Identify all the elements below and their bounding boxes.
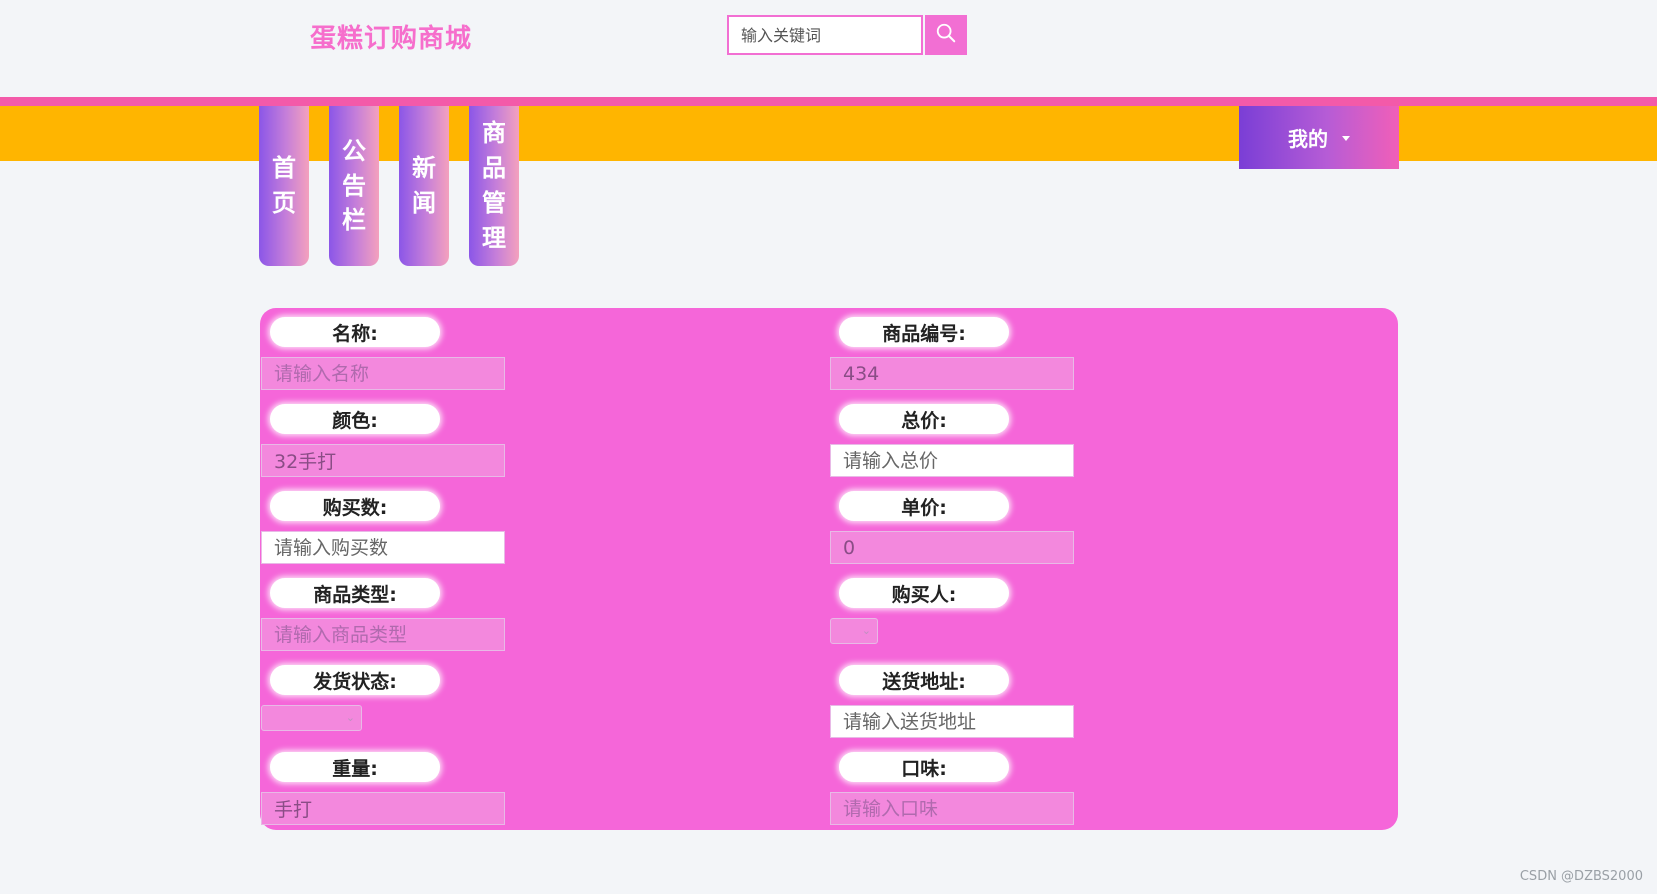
name-input[interactable]: [261, 357, 505, 390]
search-button[interactable]: [925, 15, 967, 55]
unit-price-input[interactable]: [830, 531, 1074, 564]
my-menu-label: 我的: [1288, 127, 1328, 151]
search-input[interactable]: [727, 15, 923, 55]
ship-status-select[interactable]: ⌄: [261, 705, 362, 731]
my-account-menu[interactable]: 我的: [1239, 106, 1399, 169]
product-type-input[interactable]: [261, 618, 505, 651]
quantity-input[interactable]: [261, 531, 505, 564]
nav-bar: [0, 106, 1657, 161]
nav-item-news[interactable]: 新闻: [399, 106, 449, 266]
product-form: 名称: 商品编号: 颜色: 总价: 购买数: 单价: 商品类型: 购买人: ⌄ …: [260, 308, 1398, 830]
address-input[interactable]: [830, 705, 1074, 738]
chevron-down-icon: ⌄: [861, 624, 871, 637]
site-logo[interactable]: 蛋糕订购商城: [310, 18, 472, 55]
field-label: 商品编号:: [839, 317, 1009, 347]
field-label: 颜色:: [270, 404, 440, 434]
field-label: 名称:: [270, 317, 440, 347]
field-label: 发货状态:: [270, 665, 440, 695]
field-label: 商品类型:: [270, 578, 440, 608]
field-label: 重量:: [270, 752, 440, 782]
total-price-input[interactable]: [830, 444, 1074, 477]
flavor-input[interactable]: [830, 792, 1074, 825]
weight-input[interactable]: [261, 792, 505, 825]
nav-item-product-management[interactable]: 商品管理: [469, 106, 519, 266]
caret-down-icon: [1342, 136, 1350, 141]
search-bar: [727, 15, 967, 55]
nav-item-label: 首页: [272, 154, 296, 217]
color-input[interactable]: [261, 444, 505, 477]
field-label: 单价:: [839, 491, 1009, 521]
nav-item-label: 公告栏: [342, 136, 366, 235]
search-icon: [935, 22, 957, 48]
chevron-down-icon: ⌄: [345, 711, 355, 724]
nav-item-announcements[interactable]: 公告栏: [329, 106, 379, 266]
nav-item-label: 商品管理: [482, 119, 506, 252]
field-label: 购买人:: [839, 578, 1009, 608]
buyer-select[interactable]: ⌄: [830, 618, 878, 644]
product-no-input[interactable]: [830, 357, 1074, 390]
field-label: 送货地址:: [839, 665, 1009, 695]
nav-item-label: 新闻: [412, 154, 436, 217]
header-accent-line: [0, 97, 1657, 106]
field-label: 口味:: [839, 752, 1009, 782]
field-label: 总价:: [839, 404, 1009, 434]
field-label: 购买数:: [270, 491, 440, 521]
nav-item-home[interactable]: 首页: [259, 106, 309, 266]
watermark: CSDN @DZBS2000: [1519, 869, 1643, 884]
